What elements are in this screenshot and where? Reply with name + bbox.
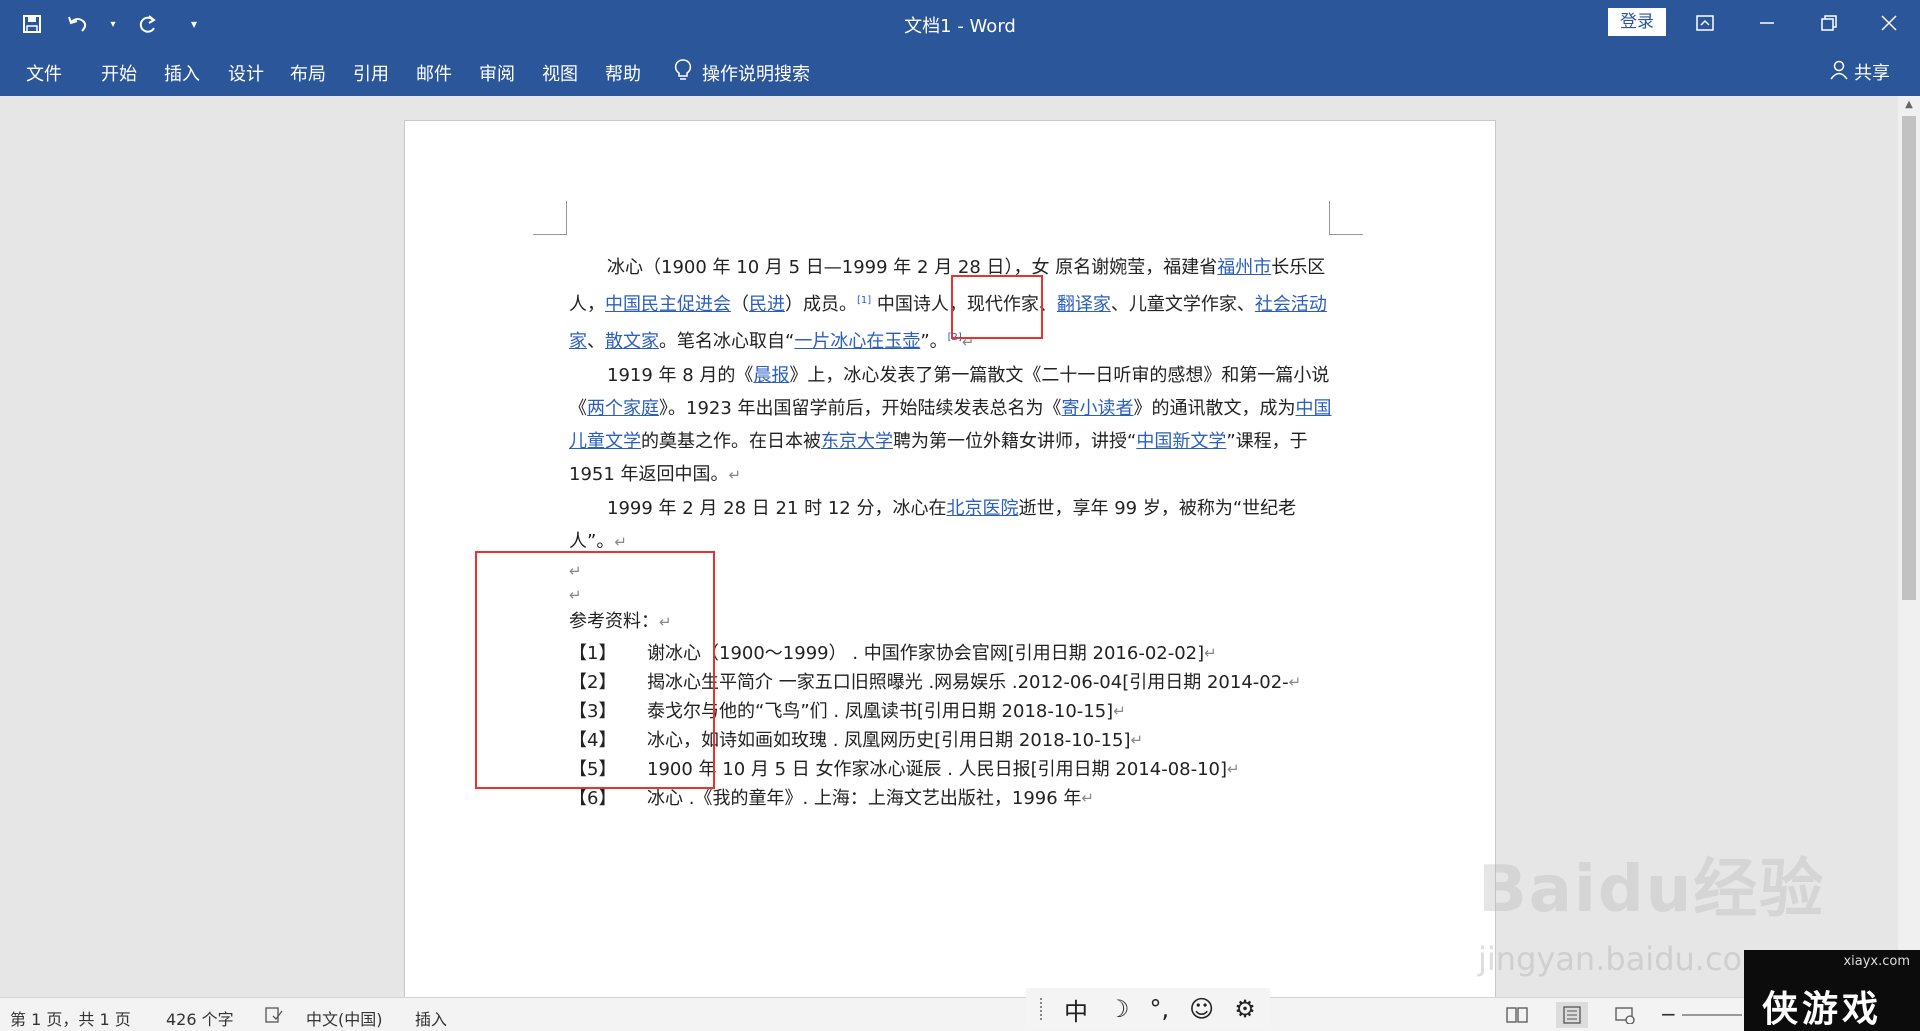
title-bar: ▾ ▾ 文档1 - Word 登录 (0, 0, 1920, 48)
paragraph-mark: ↵ (1288, 673, 1302, 691)
footnote-ref-1[interactable]: [1] (857, 295, 871, 306)
hyperlink-tokyo-univ[interactable]: 东京大学 (821, 431, 893, 452)
text-run: ）成员。 (785, 294, 857, 315)
zoom-slider[interactable] (1682, 1014, 1742, 1016)
lightbulb-icon (674, 58, 692, 87)
text-run: 的奠基之作。在日本被 (641, 431, 821, 452)
site-watermark: xiayx.com 侠游戏 (1744, 950, 1920, 1031)
text-run: 1999 年 2 月 28 日 21 时 12 分，冰心在 (607, 498, 947, 519)
paragraph-mark: ↵ (1204, 644, 1217, 662)
share-label: 共享 (1854, 63, 1890, 84)
emoji-icon[interactable]: ☺ (1189, 995, 1214, 1023)
site-watermark-logo: 侠游戏 (1762, 989, 1883, 1030)
paragraph-mark: ↵ (1081, 789, 1094, 807)
text-run: 、 (587, 331, 605, 352)
ime-mode-toggle[interactable]: 中 (1064, 992, 1088, 1027)
text-run: ”。 (920, 331, 948, 352)
ribbon-tabs: 文件 开始 插入 设计 布局 引用 邮件 审阅 视图 帮助 操作说明搜索 共享 (0, 48, 1920, 96)
ribbon-display-options-icon[interactable] (1682, 6, 1728, 40)
restore-icon[interactable] (1806, 6, 1852, 40)
text-run: 。笔名冰心取自“ (659, 331, 795, 352)
hyperlink-two-families[interactable]: 两个家庭 (587, 398, 659, 419)
punctuation-icon[interactable]: °, (1150, 995, 1170, 1023)
margin-corner-tl (533, 201, 567, 235)
settings-gear-icon[interactable]: ⚙ (1234, 995, 1256, 1023)
read-mode-icon[interactable] (1506, 1006, 1528, 1028)
ime-toolbar: 中 ☽ °, ☺ ⚙ (1026, 988, 1270, 1030)
tab-review[interactable]: 审阅 (479, 60, 515, 86)
tab-design[interactable]: 设计 (228, 60, 264, 86)
baidu-watermark: Baidu经验 (1478, 853, 1826, 927)
baidu-watermark-url: jingyan.baidu.com (1478, 940, 1774, 978)
language-indicator[interactable]: 中文(中国) (306, 1006, 383, 1030)
paragraph-mark: ↵ (1130, 731, 1144, 749)
proofing-icon[interactable] (264, 1006, 284, 1028)
document-page[interactable]: 冰心（1900 年 10 月 5 日—1999 年 2 月 28 日），女 原名… (404, 120, 1496, 997)
reference-text: 泰戈尔与他的“飞鸟”们 . 凤凰读书[引用日期 2018-10-15] (647, 701, 1114, 722)
share-button[interactable]: 共享 (1830, 59, 1890, 85)
reference-text: 揭冰心生平简介 一家五口旧照曝光 .网易娱乐 .2012-06-04[引用日期 … (647, 672, 1289, 693)
tell-me-label: 操作说明搜索 (702, 63, 810, 85)
hyperlink-minjin-full[interactable]: 中国民主促进会 (605, 294, 731, 315)
paragraph-3[interactable]: 1999 年 2 月 28 日 21 时 12 分，冰心在北京医院逝世，享年 9… (569, 492, 1333, 559)
text-run: 1919 年 8 月的《 (607, 365, 754, 386)
scroll-up-icon[interactable]: ▲ (1898, 96, 1920, 114)
paragraph-mark: ↵ (1227, 760, 1240, 778)
tab-help[interactable]: 帮助 (605, 60, 641, 86)
margin-corner-tr (1329, 201, 1363, 235)
hyperlink-new-lit[interactable]: 中国新文学 (1136, 431, 1226, 452)
moon-icon[interactable]: ☽ (1108, 995, 1130, 1023)
login-button[interactable]: 登录 (1608, 8, 1666, 36)
word-count[interactable]: 426 个字 (166, 1006, 234, 1030)
hyperlink-translator[interactable]: 翻译家 (1057, 294, 1111, 315)
hyperlink-beijing-hospital[interactable]: 北京医院 (946, 498, 1018, 519)
paragraph-2[interactable]: 1919 年 8 月的《晨报》上，冰心发表了第一篇散文《二十一日听审的感想》和第… (569, 359, 1333, 492)
annotation-highlight-box (475, 551, 715, 789)
close-icon[interactable] (1866, 6, 1912, 40)
tab-view[interactable]: 视图 (542, 60, 578, 86)
tell-me-search[interactable]: 操作说明搜索 (674, 58, 810, 87)
hyperlink-essayist[interactable]: 散文家 (605, 331, 659, 352)
status-bar: 第 1 页，共 1 页 426 个字 中文(中国) 插入 − (0, 997, 1920, 1031)
paragraph-mark: ↵ (728, 466, 742, 484)
minimize-icon[interactable] (1744, 6, 1790, 40)
vertical-scrollbar[interactable]: ▲ (1898, 96, 1920, 997)
reference-text: 谢冰心（1900～1999） . 中国作家协会官网[引用日期 2016-02-0… (647, 643, 1205, 664)
tab-layout[interactable]: 布局 (290, 60, 326, 86)
tab-home[interactable]: 开始 (101, 60, 137, 86)
reference-text: 冰心，如诗如画如玫瑰 . 凤凰网历史[引用日期 2018-10-15] (647, 730, 1131, 751)
text-run: 》。1923 年出国留学前后，开始陆续发表总名为《 (659, 398, 1062, 419)
text-run: 》的通讯散文，成为 (1133, 398, 1296, 419)
tab-references[interactable]: 引用 (353, 60, 389, 86)
hyperlink-fuzhou[interactable]: 福州市 (1217, 257, 1271, 278)
text-run: 、儿童文学作家、 (1110, 294, 1255, 315)
annotation-highlight-box (951, 275, 1043, 339)
text-run: 聘为第一位外籍女讲师，讲授“ (893, 431, 1137, 452)
hyperlink-young-readers[interactable]: 寄小读者 (1062, 398, 1134, 419)
insert-mode[interactable]: 插入 (415, 1006, 447, 1030)
person-icon (1830, 60, 1848, 85)
hyperlink-chenbao[interactable]: 晨报 (753, 365, 789, 386)
hyperlink-poem[interactable]: 一片冰心在玉壶 (794, 331, 920, 352)
zoom-out-icon[interactable]: − (1660, 1002, 1677, 1026)
tab-file[interactable]: 文件 (26, 60, 62, 86)
paragraph-mark: ↵ (614, 533, 627, 551)
paragraph-mark: ↵ (1113, 702, 1126, 720)
hyperlink-minjin[interactable]: 民进 (749, 294, 785, 315)
tab-mailings[interactable]: 邮件 (416, 60, 452, 86)
reference-text: 1900 年 10 月 5 日 女作家冰心诞辰 . 人民日报[引用日期 2014… (647, 759, 1228, 780)
text-run: ，女 原名谢婉莹，福建省 (1013, 257, 1218, 278)
scrollbar-thumb[interactable] (1902, 116, 1916, 600)
site-watermark-url: xiayx.com (1843, 954, 1910, 969)
web-layout-icon[interactable] (1614, 1006, 1636, 1028)
ime-grip[interactable] (1040, 998, 1044, 1020)
tab-insert[interactable]: 插入 (164, 60, 200, 86)
print-layout-icon[interactable] (1556, 1002, 1588, 1028)
text-run: （ (731, 294, 749, 315)
page-count[interactable]: 第 1 页，共 1 页 (10, 1006, 131, 1030)
